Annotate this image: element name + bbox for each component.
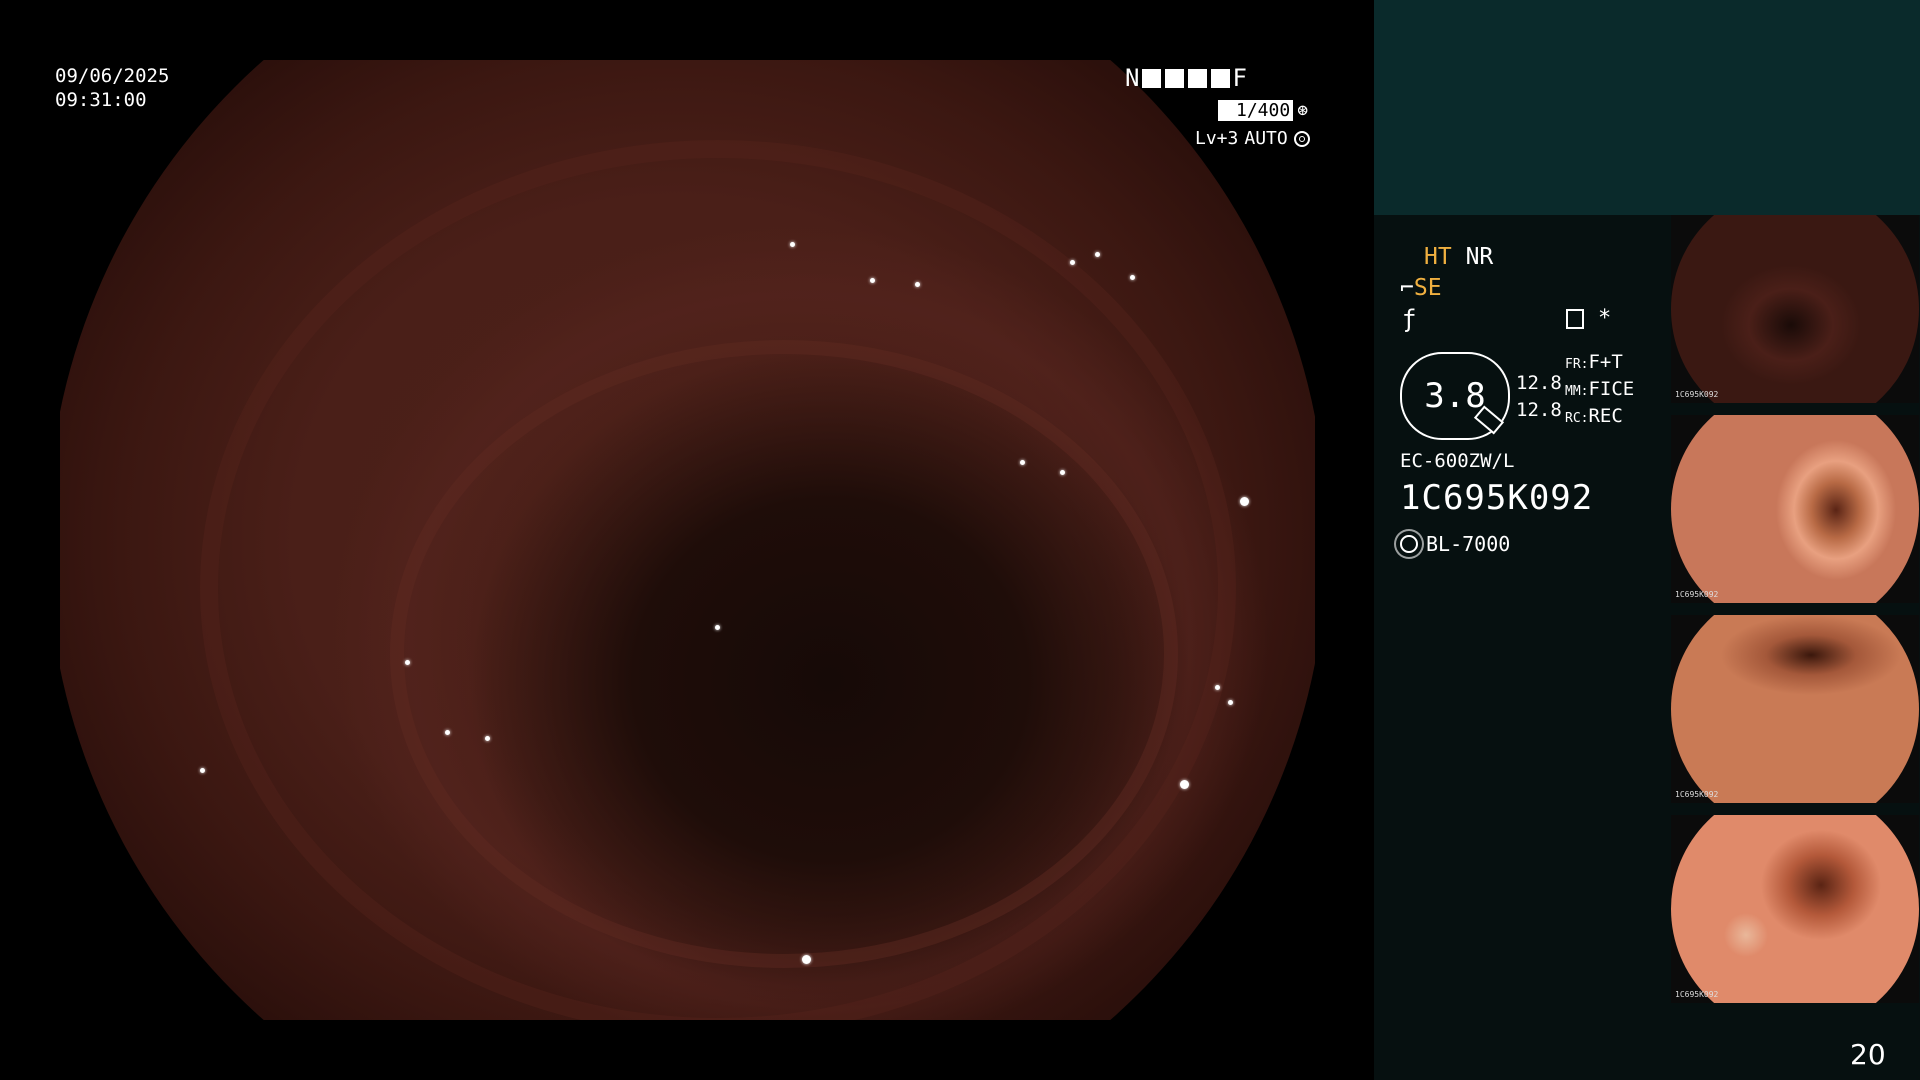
capture-thumbnail[interactable]: 1C695K092 <box>1671 415 1919 603</box>
mode-list: FR:F+T MM:FICE RC:REC <box>1565 350 1634 431</box>
light-reflection <box>802 955 811 964</box>
light-reflection <box>1180 780 1189 789</box>
mm-row: MM:FICE <box>1565 377 1634 404</box>
light-reflection <box>1095 252 1100 257</box>
light-reflection <box>1070 260 1075 265</box>
endoscope-view <box>60 60 1315 1020</box>
flash-icon: ƒ <box>1402 305 1417 333</box>
level-text: Lv+3 <box>1195 128 1239 149</box>
rc-key: RC: <box>1565 411 1589 426</box>
mm-value: FICE <box>1588 378 1635 400</box>
thumbnail-image <box>1671 215 1919 403</box>
light-reflection <box>1228 700 1233 705</box>
thumbnail-label: 1C695K092 <box>1675 990 1719 999</box>
settings-grid-icon <box>1566 308 1584 329</box>
se-label: SE <box>1413 275 1442 301</box>
light-reflection <box>915 282 920 287</box>
iris-mode-text: AUTO <box>1244 128 1288 149</box>
zoom-value-2: 12.8 <box>1516 399 1562 421</box>
light-reflection <box>200 768 205 773</box>
fr-key: FR: <box>1565 357 1589 372</box>
light-icon <box>1400 535 1418 553</box>
star-icon: * <box>1598 306 1612 331</box>
scope-serial: 1C695K092 <box>1400 478 1594 518</box>
shutter-speed: 1/400 ⊛ <box>1218 100 1308 121</box>
light-source-label: BL-7000 <box>1426 532 1511 556</box>
zoom-value: 3.8 <box>1424 376 1486 416</box>
far-label: F <box>1232 64 1248 92</box>
rc-value: REC <box>1588 405 1623 427</box>
mm-key: MM: <box>1565 384 1589 399</box>
iris-icon <box>1293 130 1310 147</box>
light-reflection <box>870 278 875 283</box>
time-text: 09:31:00 <box>55 89 147 111</box>
thumbnail-image <box>1671 815 1919 1003</box>
near-label: N <box>1125 64 1141 92</box>
ht-label: HT <box>1424 244 1452 270</box>
light-reflection <box>1215 685 1220 690</box>
fr-row: FR:F+T <box>1565 350 1634 377</box>
focus-step <box>1142 69 1162 88</box>
capture-thumbnail[interactable]: 1C695K092 <box>1671 215 1919 403</box>
focus-step <box>1211 69 1231 88</box>
nr-label: NR <box>1465 244 1494 270</box>
scope-model: EC-600ZW/L <box>1400 450 1515 472</box>
date-text: 09/06/2025 <box>55 65 170 87</box>
zoom-values: 12.8 12.8 <box>1516 370 1562 424</box>
focus-step <box>1165 69 1185 88</box>
light-reflection <box>1240 497 1249 506</box>
datetime-display: 09/06/2025 09:31:00 <box>55 64 169 112</box>
near-far-indicator: NF <box>1125 64 1248 92</box>
capture-thumbnail[interactable]: 1C695K092 <box>1671 615 1919 803</box>
fr-value: F+T <box>1588 351 1623 373</box>
light-reflection <box>790 242 795 247</box>
light-reflection <box>405 660 410 665</box>
thumbnail-label: 1C695K092 <box>1675 590 1719 599</box>
light-reflection <box>1020 460 1025 465</box>
light-reflection <box>1130 275 1135 280</box>
capture-thumbnail[interactable]: 1C695K092 <box>1671 815 1919 1003</box>
thumbnail-label: 1C695K092 <box>1675 790 1719 799</box>
focus-step <box>1188 69 1208 88</box>
light-reflection <box>1060 470 1065 475</box>
page-number: 20 <box>1850 1038 1886 1071</box>
zoom-value-1: 12.8 <box>1516 372 1562 394</box>
status-panel-header <box>1374 0 1920 215</box>
light-source: BL-7000 <box>1400 532 1510 556</box>
enhance-icon: ⌐ <box>1400 275 1414 301</box>
rc-row: RC:REC <box>1565 404 1634 431</box>
shutter-icon: ⊛ <box>1297 100 1309 121</box>
light-reflection <box>485 736 490 741</box>
iris-display: Lv+3 AUTO <box>1195 128 1310 149</box>
haustral-fold <box>200 140 1236 1020</box>
thumbnail-label: 1C695K092 <box>1675 390 1719 399</box>
light-reflection <box>715 625 720 630</box>
shutter-value: 1/400 <box>1218 100 1294 121</box>
mode-icons: * <box>1566 306 1611 331</box>
light-reflection <box>445 730 450 735</box>
thumbnail-image <box>1671 615 1919 803</box>
structure-enhance: ⌐SE <box>1400 275 1442 301</box>
thumbnail-image <box>1671 415 1919 603</box>
ht-nr-indicator: HT NR <box>1424 244 1493 270</box>
